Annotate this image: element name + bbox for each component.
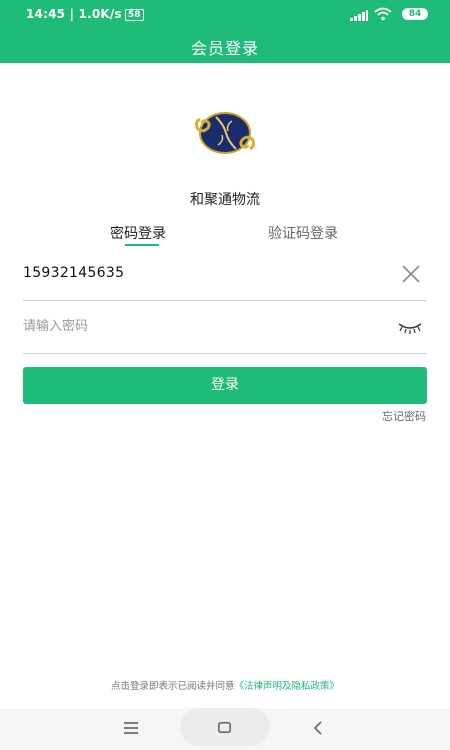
status-time-text: 14:45 | 1.0K/s xyxy=(26,7,122,21)
sim-badge: 58 xyxy=(124,9,144,21)
close-icon[interactable] xyxy=(401,264,421,284)
agreement-notice: 点击登录即表示已阅读并同意《法律声明及隐私政策》 xyxy=(0,678,450,692)
battery-icon: 84 xyxy=(402,8,428,20)
home-icon[interactable] xyxy=(218,722,231,733)
phone-input[interactable] xyxy=(23,260,383,286)
tab-code-login[interactable]: 验证码登录 xyxy=(268,223,338,243)
password-input[interactable] xyxy=(23,313,383,339)
signal-icon xyxy=(350,10,368,21)
status-bar: 14:45 | 1.0K/s 58 84 xyxy=(0,0,450,30)
password-field xyxy=(23,301,427,354)
eye-closed-icon[interactable] xyxy=(397,320,423,334)
system-navbar xyxy=(0,708,450,750)
menu-icon[interactable] xyxy=(124,722,138,734)
back-icon[interactable] xyxy=(313,721,323,735)
status-icons: 84 xyxy=(338,7,428,23)
company-logo xyxy=(194,112,256,154)
privacy-policy-link[interactable]: 《法律声明及隐私政策》 xyxy=(235,681,340,692)
agreement-text: 点击登录即表示已阅读并同意 xyxy=(110,681,235,692)
tab-password-login[interactable]: 密码登录 xyxy=(110,223,166,243)
wifi-icon xyxy=(374,7,392,21)
phone-field xyxy=(23,248,427,301)
status-time: 14:45 | 1.0K/s 58 xyxy=(26,7,144,21)
forgot-password-link[interactable]: 忘记密码 xyxy=(382,408,426,424)
active-tab-indicator xyxy=(125,244,159,246)
page-title: 会员登录 xyxy=(190,39,259,58)
company-name: 和聚通物流 xyxy=(190,192,260,208)
app-header: 14:45 | 1.0K/s 58 84 会员登录 xyxy=(0,0,450,63)
login-button[interactable]: 登录 xyxy=(23,367,427,404)
